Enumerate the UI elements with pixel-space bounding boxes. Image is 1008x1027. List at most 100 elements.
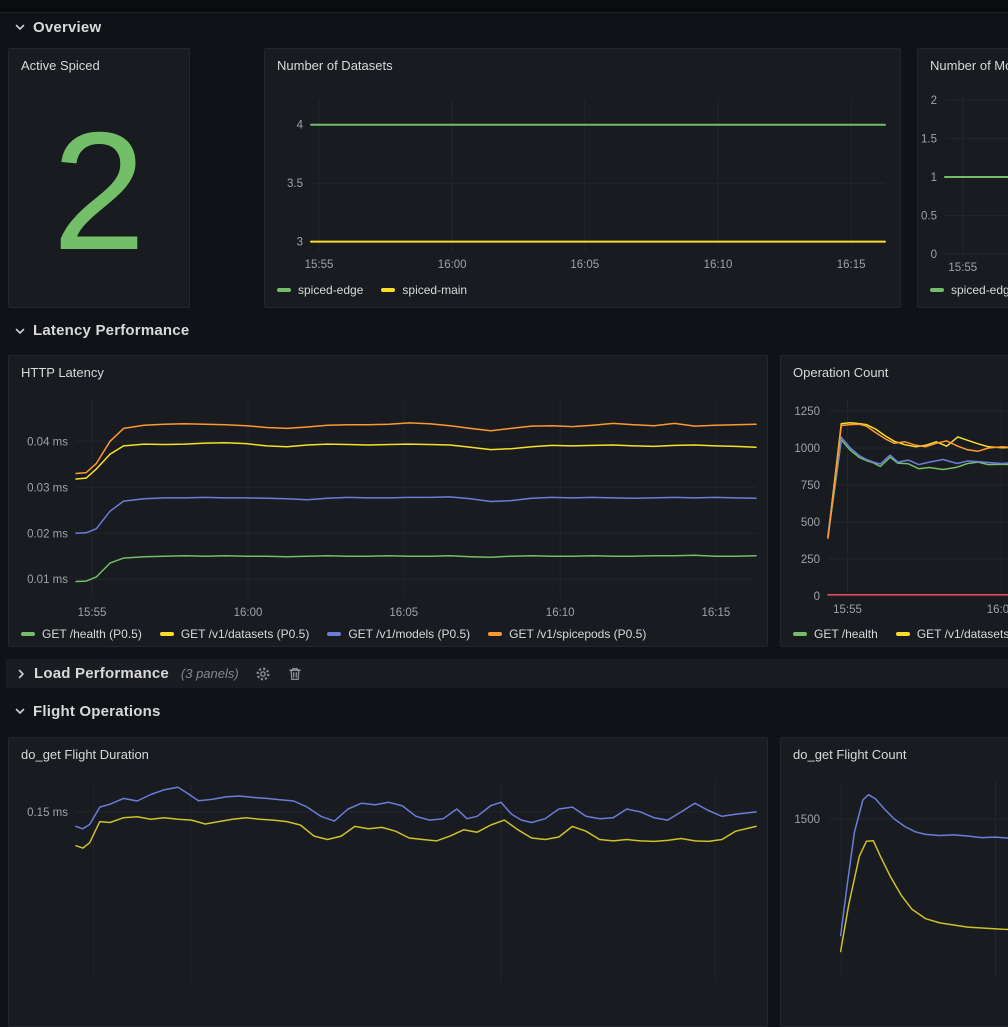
panel-title[interactable]: do_get Flight Duration bbox=[21, 747, 149, 762]
chevron-right-icon bbox=[15, 668, 27, 680]
legend-label: GET /health (P0.5) bbox=[42, 627, 142, 641]
gear-icon[interactable] bbox=[255, 666, 271, 682]
x-axis-tick-label: 15:55 bbox=[78, 607, 107, 619]
series-line bbox=[828, 423, 1008, 536]
legend-item[interactable]: spiced-edge bbox=[930, 283, 1008, 297]
y-axis-tick-label: 0 bbox=[814, 591, 820, 603]
legend-label: GET /v1/datasets (P0.5) bbox=[181, 627, 310, 641]
legend-label: spiced-main bbox=[402, 283, 467, 297]
chart-http-latency: 15:5516:0016:0516:1016:150.01 ms0.02 ms0… bbox=[9, 356, 767, 646]
chart-legend: GET /health (P0.5) GET /v1/datasets (P0.5… bbox=[21, 627, 646, 641]
y-axis-tick-label: 250 bbox=[801, 554, 820, 566]
x-axis-tick-label: 16:05 bbox=[570, 259, 599, 271]
chart-number-of-models: 15:5516:0000.511.52 bbox=[918, 49, 1008, 307]
legend-swatch bbox=[160, 632, 174, 636]
chart-do-get-flight-duration: 0.15 ms bbox=[9, 738, 767, 1026]
panel-number-of-datasets: Number of Datasets 15:55 16:00 16:05 16:10 1… bbox=[264, 48, 901, 308]
chart-operation-count: 15:5516:00025050075010001250 bbox=[781, 356, 1008, 646]
panel-do-get-flight-count: do_get Flight Count 1500 bbox=[780, 737, 1008, 1027]
legend-item[interactable]: GET /health (P0.5) bbox=[21, 627, 142, 641]
y-axis-tick-label: 0.04 ms bbox=[27, 436, 68, 448]
series-line bbox=[76, 787, 756, 829]
section-title-latency-performance: Latency Performance bbox=[33, 322, 189, 339]
y-axis-tick-label: 500 bbox=[801, 517, 820, 529]
x-axis-tick-label: 16:00 bbox=[438, 259, 467, 271]
chart-legend: spiced-edge spiced-main bbox=[277, 283, 467, 297]
chart-legend: spiced-edge bbox=[930, 283, 1008, 297]
legend-label: spiced-edge bbox=[951, 283, 1008, 297]
panel-title[interactable]: do_get Flight Count bbox=[793, 747, 906, 762]
legend-swatch bbox=[793, 632, 807, 636]
y-axis-tick-label: 1.5 bbox=[921, 134, 937, 146]
page-top-edge bbox=[0, 0, 1008, 13]
y-axis-tick-label: 0.5 bbox=[921, 211, 937, 223]
legend-swatch bbox=[930, 288, 944, 292]
legend-item[interactable]: spiced-main bbox=[381, 283, 467, 297]
series-line bbox=[76, 443, 756, 479]
x-axis-tick-label: 16:10 bbox=[546, 607, 575, 619]
x-axis-tick-label: 15:55 bbox=[948, 262, 977, 274]
legend-swatch bbox=[277, 288, 291, 292]
section-header-overview[interactable]: Overview bbox=[0, 14, 1008, 40]
y-axis-tick-label: 1 bbox=[931, 172, 937, 184]
series-line bbox=[76, 423, 756, 474]
series-line bbox=[828, 424, 1008, 538]
y-axis-tick-label: 0.15 ms bbox=[27, 807, 68, 819]
section-header-flight-operations[interactable]: Flight Operations bbox=[0, 697, 1008, 725]
chevron-down-icon bbox=[14, 705, 26, 717]
y-axis-tick-label: 0 bbox=[931, 249, 937, 261]
legend-item[interactable]: GET /v1/datasets bbox=[896, 627, 1008, 641]
stat-value: 2 bbox=[9, 75, 189, 307]
y-axis-tick-label: 1250 bbox=[794, 406, 820, 418]
legend-label: GET /health bbox=[814, 627, 878, 641]
legend-item[interactable]: GET /health bbox=[793, 627, 878, 641]
chart-legend: GET /healthGET /v1/datasetsGET /v1/model… bbox=[793, 627, 1008, 641]
y-axis-tick-label: 4 bbox=[297, 120, 304, 132]
y-axis-tick-label: 0.03 ms bbox=[27, 482, 68, 494]
legend-label: GET /v1/datasets bbox=[917, 627, 1008, 641]
x-axis-tick-label: 16:05 bbox=[389, 607, 418, 619]
legend-item[interactable]: spiced-edge bbox=[277, 283, 363, 297]
legend-item[interactable]: GET /v1/datasets (P0.5) bbox=[160, 627, 310, 641]
panel-number-of-models: Number of Models 15:5516:0000.511.52 spi… bbox=[917, 48, 1008, 308]
legend-label: GET /v1/models (P0.5) bbox=[348, 627, 470, 641]
legend-item[interactable]: GET /v1/models (P0.5) bbox=[327, 627, 470, 641]
series-line bbox=[841, 795, 1008, 936]
panel-count-label: (3 panels) bbox=[181, 666, 239, 681]
legend-label: GET /v1/spicepods (P0.5) bbox=[509, 627, 646, 641]
panel-title[interactable]: Number of Models bbox=[930, 58, 1008, 73]
legend-item[interactable]: GET /v1/spicepods (P0.5) bbox=[488, 627, 646, 641]
series-line bbox=[76, 555, 756, 581]
y-axis-tick-label: 2 bbox=[931, 95, 937, 107]
panel-title[interactable]: HTTP Latency bbox=[21, 365, 104, 380]
section-header-latency-performance[interactable]: Latency Performance bbox=[0, 317, 1008, 344]
x-axis-tick-label: 16:15 bbox=[702, 607, 731, 619]
legend-swatch bbox=[488, 632, 502, 636]
y-axis-tick-label: 0.01 ms bbox=[27, 574, 68, 586]
y-axis-tick-label: 1000 bbox=[794, 443, 820, 455]
trash-icon[interactable] bbox=[287, 666, 303, 682]
series-line bbox=[76, 497, 756, 533]
y-axis-tick-label: 3.5 bbox=[287, 178, 303, 190]
y-axis-tick-label: 1500 bbox=[794, 814, 820, 826]
section-title-overview: Overview bbox=[33, 19, 101, 36]
x-axis-tick-label: 16:15 bbox=[837, 259, 866, 271]
panel-title[interactable]: Number of Datasets bbox=[277, 58, 393, 73]
x-axis-tick-label: 16:10 bbox=[704, 259, 733, 271]
x-axis-tick-label: 15:55 bbox=[833, 604, 862, 616]
section-header-load-performance[interactable]: Load Performance (3 panels) bbox=[6, 659, 1008, 688]
y-axis-tick-label: 0.02 ms bbox=[27, 528, 68, 540]
x-axis-tick-label: 16:00 bbox=[987, 604, 1008, 616]
panel-http-latency: HTTP Latency 15:5516:0016:0516:1016:150.… bbox=[8, 355, 768, 647]
panel-title[interactable]: Operation Count bbox=[793, 365, 888, 380]
legend-swatch bbox=[381, 288, 395, 292]
panel-do-get-flight-duration: do_get Flight Duration 0.15 ms bbox=[8, 737, 768, 1027]
chart-number-of-datasets: 15:5516:0016:0516:1016:1533.54 bbox=[265, 49, 900, 307]
x-axis-tick-label: 15:55 bbox=[305, 259, 334, 271]
chevron-down-icon bbox=[14, 21, 26, 33]
panel-title[interactable]: Active Spiced bbox=[21, 58, 100, 73]
legend-swatch bbox=[896, 632, 910, 636]
legend-label: spiced-edge bbox=[298, 283, 363, 297]
legend-swatch bbox=[327, 632, 341, 636]
section-title-flight-operations: Flight Operations bbox=[33, 703, 161, 720]
